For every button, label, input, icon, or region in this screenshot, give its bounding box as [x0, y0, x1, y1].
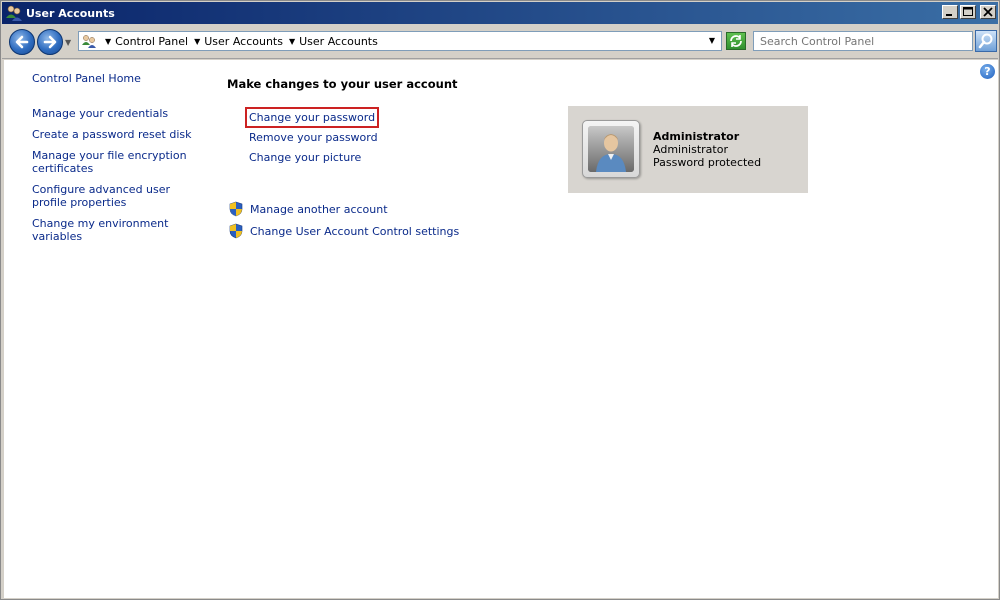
sidebar-item-control-panel-home[interactable]: Control Panel Home — [32, 72, 207, 85]
maximize-button[interactable] — [960, 5, 976, 19]
manage-another-account-link[interactable]: Manage another account — [250, 203, 388, 216]
uac-shield-icon — [228, 223, 244, 239]
help-icon[interactable]: ? — [980, 64, 995, 79]
task-list: Change your password Remove your passwor… — [245, 107, 380, 171]
user-picture-icon — [588, 126, 634, 172]
remove-password-link[interactable]: Remove your password — [249, 131, 379, 144]
breadcrumb-user-accounts-current[interactable]: User Accounts — [299, 35, 378, 48]
uac-shield-icon — [228, 201, 244, 217]
main-panel: Make changes to your user account Change… — [227, 77, 459, 239]
sidebar-item-manage-credentials[interactable]: Manage your credentials — [32, 107, 207, 120]
change-password-link[interactable]: Change your password — [245, 107, 380, 128]
forward-button[interactable] — [37, 29, 63, 55]
change-picture-link[interactable]: Change your picture — [249, 151, 379, 164]
address-dropdown-icon[interactable]: ▼ — [709, 36, 715, 45]
admin-task-list: Manage another account Change User Accou… — [228, 201, 459, 245]
user-accounts-window: User Accounts ▼ ▼ Control Panel ▼ User A… — [0, 0, 1000, 600]
search-icon — [978, 33, 993, 49]
chevron-down-icon[interactable]: ▼ — [289, 37, 295, 46]
search-button[interactable] — [975, 30, 997, 52]
search-input[interactable] — [753, 31, 973, 51]
close-button[interactable] — [980, 5, 996, 19]
list-item: Manage another account — [228, 201, 459, 217]
change-uac-settings-link[interactable]: Change User Account Control settings — [250, 225, 459, 238]
refresh-icon — [730, 35, 742, 47]
minimize-button[interactable] — [942, 5, 958, 19]
content-area: ? Control Panel Home Manage your credent… — [4, 60, 998, 598]
sidebar: Control Panel Home Manage your credentia… — [32, 72, 207, 251]
refresh-button[interactable] — [726, 32, 746, 50]
sidebar-item-create-reset-disk[interactable]: Create a password reset disk — [32, 128, 207, 141]
forward-arrow-icon — [43, 35, 57, 49]
breadcrumb-user-accounts[interactable]: User Accounts — [204, 35, 283, 48]
chevron-down-icon[interactable]: ▼ — [194, 37, 200, 46]
chevron-down-icon[interactable]: ▼ — [105, 37, 111, 46]
user-name: Administrator — [653, 130, 740, 143]
user-role: Administrator — [653, 143, 728, 156]
address-bar[interactable]: ▼ Control Panel ▼ User Accounts ▼ User A… — [78, 31, 722, 51]
back-arrow-icon — [15, 35, 29, 49]
sidebar-item-file-encryption[interactable]: Manage your file encryption certificates — [32, 149, 207, 175]
avatar[interactable] — [582, 120, 640, 178]
user-password-status: Password protected — [653, 156, 762, 169]
navigation-bar: ▼ ▼ Control Panel ▼ User Accounts ▼ User… — [2, 25, 998, 59]
sidebar-item-environment-variables[interactable]: Change my environment variables — [32, 217, 207, 243]
user-accounts-icon — [5, 4, 23, 22]
recent-pages-dropdown[interactable]: ▼ — [65, 38, 71, 47]
window-title: User Accounts — [26, 6, 115, 20]
page-title: Make changes to your user account — [227, 77, 458, 91]
breadcrumb-control-panel[interactable]: Control Panel — [115, 35, 188, 48]
back-button[interactable] — [9, 29, 35, 55]
sidebar-item-advanced-profile[interactable]: Configure advanced user profile properti… — [32, 183, 207, 209]
list-item: Change User Account Control settings — [228, 223, 459, 239]
user-account-card: Administrator Administrator Password pro… — [568, 106, 808, 193]
control-panel-icon — [81, 33, 99, 49]
title-bar[interactable]: User Accounts — [2, 2, 998, 24]
